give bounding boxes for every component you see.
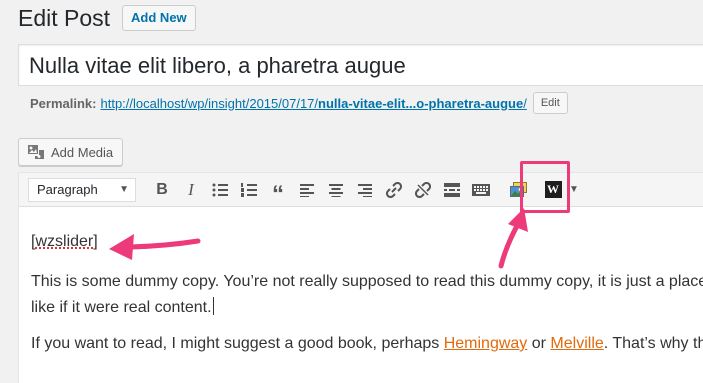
permalink-url-prefix: http://localhost/wp/insight/2015/07/17/ [100, 95, 319, 111]
para2-mid: or [527, 335, 551, 352]
unlink-icon[interactable] [409, 176, 437, 204]
format-select[interactable]: Paragraph ▼ [28, 177, 136, 202]
add-media-label: Add Media [51, 144, 114, 160]
page-header: Edit Post Add New [18, 4, 196, 32]
melville-link[interactable]: Melville [550, 335, 603, 352]
dummy-paragraph: This is some dummy copy. You’re not real… [31, 269, 703, 321]
annotation-arrow-up [498, 208, 528, 269]
keyboard-icon[interactable] [467, 176, 495, 204]
link-icon[interactable] [380, 176, 408, 204]
para2-start: If you want to read, I might suggest a g… [31, 335, 444, 352]
page-title: Edit Post [18, 5, 111, 31]
shortcode-close: ] [93, 233, 98, 250]
permalink-label: Permalink: [30, 95, 97, 111]
align-right-icon[interactable] [351, 176, 379, 204]
para2-end: . That’s why they [603, 335, 703, 352]
post-editor: Paragraph ▼ B I “ W ▼ [wzslider] This is… [18, 161, 703, 383]
media-icon [27, 144, 45, 160]
bold-icon[interactable]: B [148, 176, 176, 204]
permalink-slug: nulla-vitae-elit...o-pharetra-augue [318, 95, 524, 111]
chevron-down-icon: ▼ [119, 184, 129, 195]
post-title-input[interactable]: Nulla vitae elit libero, a pharetra augu… [18, 44, 703, 86]
format-select-value: Paragraph [37, 182, 98, 197]
editor-toolbar: Paragraph ▼ B I “ W ▼ [19, 161, 703, 213]
add-media-button[interactable]: Add Media [18, 138, 124, 166]
align-center-icon[interactable] [322, 176, 350, 204]
chevron-down-icon[interactable]: ▼ [569, 184, 579, 195]
permalink-bar: Permalink: http://localhost/wp/insight/2… [30, 92, 568, 114]
permalink-link[interactable]: http://localhost/wp/insight/2015/07/17/n… [100, 96, 526, 111]
add-new-button[interactable]: Add New [122, 5, 196, 31]
annotation-arrow-left [109, 234, 201, 260]
bullet-list-icon[interactable] [206, 176, 234, 204]
blockquote-icon[interactable]: “ [264, 176, 292, 208]
align-left-icon[interactable] [293, 176, 321, 204]
read-more-icon[interactable] [438, 176, 466, 204]
para1-line1: This is some dummy copy. You’re not real… [31, 273, 703, 290]
read-paragraph: If you want to read, I might suggest a g… [31, 331, 703, 357]
para1-line2: like if it were real content. [31, 299, 212, 316]
italic-icon[interactable]: I [177, 176, 205, 204]
hemingway-link[interactable]: Hemingway [444, 335, 528, 352]
numbered-list-icon[interactable] [235, 176, 263, 204]
shortcode-word: wzslider [35, 233, 94, 250]
permalink-suffix: / [523, 95, 527, 111]
edit-slug-button[interactable]: Edit [532, 92, 568, 114]
text-cursor [212, 297, 214, 315]
